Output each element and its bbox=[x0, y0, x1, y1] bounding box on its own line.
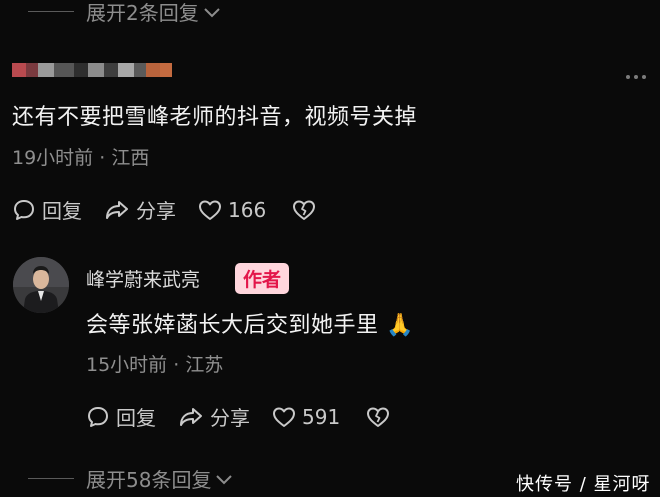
expand-replies-label: 展开58条回复 bbox=[86, 468, 212, 492]
like-count: 591 bbox=[302, 404, 341, 429]
emoji-praying-hands: 🙏 bbox=[386, 313, 414, 338]
dislike-button[interactable] bbox=[366, 406, 390, 428]
comment-meta: 19小时前 · 江西 bbox=[12, 143, 149, 170]
reply-text: 会等张婞菡长大后交到她手里 🙏 bbox=[86, 307, 414, 339]
like-button[interactable]: 591 bbox=[272, 405, 340, 429]
share-button[interactable]: 分享 bbox=[104, 195, 176, 224]
share-icon bbox=[104, 198, 130, 222]
expand-replies-bottom[interactable]: 展开58条回复 bbox=[28, 464, 233, 493]
reply-label: 回复 bbox=[116, 406, 156, 430]
reply-location: 江苏 bbox=[185, 354, 224, 376]
blurred-username bbox=[12, 63, 172, 77]
divider-line bbox=[28, 11, 74, 12]
dislike-button[interactable] bbox=[292, 199, 316, 221]
divider-line bbox=[28, 478, 74, 479]
reply-meta: 15小时前 · 江苏 bbox=[86, 350, 223, 377]
expand-replies-top[interactable]: 展开2条回复 bbox=[28, 0, 221, 26]
author-badge: 作者 bbox=[235, 263, 290, 294]
share-label: 分享 bbox=[210, 406, 250, 430]
comment-time: 19小时前 bbox=[12, 147, 94, 169]
share-label: 分享 bbox=[136, 199, 176, 223]
reply-label: 回复 bbox=[42, 199, 82, 223]
share-icon bbox=[178, 405, 204, 429]
expand-replies-label: 展开2条回复 bbox=[86, 1, 199, 25]
reply-icon bbox=[12, 198, 36, 222]
reply-username[interactable]: 峰学蔚来武亮 bbox=[86, 265, 200, 292]
reply-button[interactable]: 回复 bbox=[86, 402, 156, 431]
broken-heart-icon bbox=[366, 406, 390, 428]
meta-separator: · bbox=[173, 354, 186, 376]
meta-separator: · bbox=[99, 147, 112, 169]
reply-time: 15小时前 bbox=[86, 354, 168, 376]
reply-icon bbox=[86, 405, 110, 429]
like-count: 166 bbox=[228, 197, 267, 222]
reply-button[interactable]: 回复 bbox=[12, 195, 82, 224]
share-button[interactable]: 分享 bbox=[178, 402, 250, 431]
chevron-down-icon bbox=[203, 6, 221, 18]
reply-text-content: 会等张婞菡长大后交到她手里 bbox=[86, 313, 379, 338]
comment-text: 还有不要把雪峰老师的抖音，视频号关掉 bbox=[12, 105, 418, 130]
watermark: 快传号 / 星河呀 bbox=[516, 474, 651, 495]
heart-icon bbox=[198, 199, 222, 221]
comment-location: 江西 bbox=[111, 147, 150, 169]
broken-heart-icon bbox=[292, 199, 316, 221]
more-options-icon[interactable] bbox=[626, 75, 646, 79]
chevron-down-icon bbox=[215, 473, 233, 485]
comment-actions: 回复 分享 166 bbox=[12, 195, 316, 224]
reply-actions: 回复 分享 591 bbox=[86, 402, 390, 431]
like-button[interactable]: 166 bbox=[198, 198, 266, 222]
heart-icon bbox=[272, 406, 296, 428]
avatar[interactable] bbox=[13, 257, 69, 313]
